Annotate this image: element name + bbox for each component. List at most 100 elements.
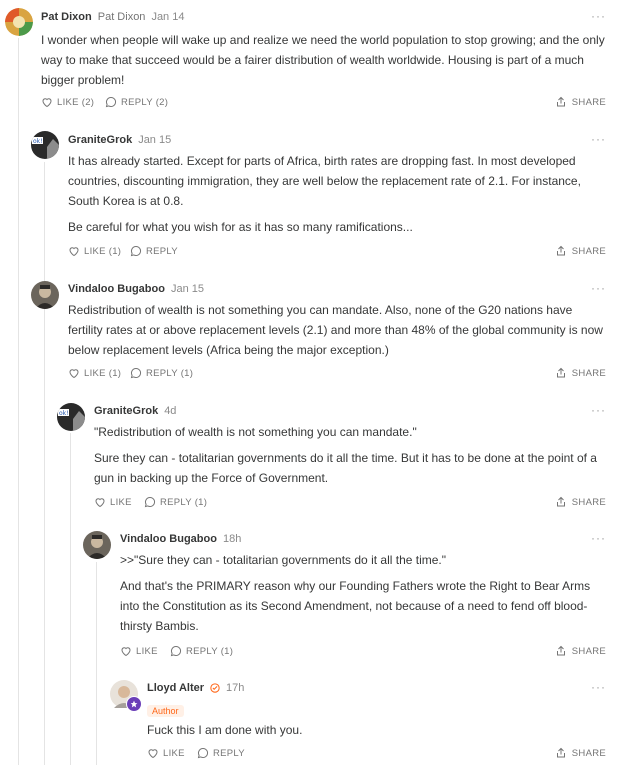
thread-line <box>44 310 45 765</box>
star-icon <box>126 696 142 712</box>
speech-bubble-icon <box>130 367 142 379</box>
reply-button[interactable]: REPLY (1) <box>130 367 193 379</box>
like-button[interactable]: LIKE <box>147 747 185 759</box>
speech-bubble-icon <box>197 747 209 759</box>
heart-icon <box>69 247 79 257</box>
comment-actions: LIKE (2) REPLY (2) SHARE <box>41 96 606 112</box>
thread-line <box>18 38 19 765</box>
speech-bubble-icon <box>170 645 182 657</box>
share-label: SHARE <box>571 645 606 657</box>
share-label: SHARE <box>571 747 606 759</box>
comment-date[interactable]: Jan 15 <box>138 134 171 146</box>
comment-actions: LIKE REPLY (1) SHARE <box>94 496 606 512</box>
avatar[interactable]: ok! <box>31 131 59 159</box>
share-label: SHARE <box>571 367 606 379</box>
reply-button[interactable]: REPLY (1) <box>144 496 207 508</box>
more-options-button[interactable]: ··· <box>591 403 606 417</box>
comment: Pat Dixon Pat Dixon Jan 14 ··· I wonder … <box>41 9 606 112</box>
comment-date[interactable]: 4d <box>164 405 176 417</box>
more-options-button[interactable]: ··· <box>591 281 606 295</box>
share-icon <box>556 496 565 507</box>
reply-button[interactable]: REPLY <box>197 747 245 759</box>
comment-body: >>"Sure they can - totalitarian governme… <box>120 550 606 636</box>
comment-body: I wonder when people will wake up and re… <box>41 30 606 90</box>
comment-paragraph: "Redistribution of wealth is not somethi… <box>94 425 417 439</box>
reply-button[interactable]: REPLY <box>130 245 178 257</box>
avatar[interactable] <box>83 531 111 559</box>
svg-text:ok!: ok! <box>59 410 69 417</box>
more-options-button[interactable]: ··· <box>591 9 606 23</box>
like-label: LIKE (1) <box>84 245 122 257</box>
comment-actions: LIKE REPLY SHARE <box>147 747 606 763</box>
reply-label: REPLY (2) <box>121 96 169 108</box>
comment: GraniteGrok 4d ··· "Redistribution of we… <box>94 403 606 512</box>
more-options-button[interactable]: ··· <box>591 680 606 694</box>
verified-badge-icon <box>210 683 220 693</box>
comment-header: Vindaloo Bugaboo Jan 15 <box>68 283 204 295</box>
avatar[interactable] <box>31 281 59 309</box>
author-name[interactable]: Lloyd Alter <box>147 682 204 694</box>
comment-body: "Redistribution of wealth is not somethi… <box>94 422 606 488</box>
author-name[interactable]: GraniteGrok <box>94 405 158 417</box>
author-name[interactable]: Vindaloo Bugaboo <box>68 283 165 295</box>
share-button[interactable]: SHARE <box>555 245 606 257</box>
avatar[interactable] <box>110 680 142 712</box>
share-icon <box>556 245 565 256</box>
like-button[interactable]: LIKE <box>120 645 158 657</box>
author-handle[interactable]: Pat Dixon <box>98 11 146 23</box>
comment-header: Lloyd Alter 17h <box>147 682 244 694</box>
comment-body: It has already started. Except for parts… <box>68 151 606 237</box>
comment-date[interactable]: Jan 14 <box>151 11 184 23</box>
share-button[interactable]: SHARE <box>555 367 606 379</box>
share-button[interactable]: SHARE <box>555 96 606 108</box>
like-label: LIKE <box>136 645 158 657</box>
comment-header: Vindaloo Bugaboo 18h <box>120 533 241 545</box>
reply-label: REPLY (1) <box>186 645 234 657</box>
like-label: LIKE <box>110 496 132 508</box>
author-name[interactable]: GraniteGrok <box>68 134 132 146</box>
reply-label: REPLY (1) <box>146 367 194 379</box>
comment-paragraph: And that's the PRIMARY reason why our Fo… <box>120 579 591 633</box>
comment-date[interactable]: 17h <box>226 682 244 694</box>
avatar[interactable] <box>5 8 33 36</box>
share-label: SHARE <box>571 245 606 257</box>
avatar-image <box>83 531 111 559</box>
reply-button[interactable]: REPLY (1) <box>170 645 233 657</box>
comment-actions: LIKE (1) REPLY SHARE <box>68 245 606 261</box>
comment-actions: LIKE REPLY (1) SHARE <box>120 645 606 661</box>
heart-icon <box>121 647 131 657</box>
like-button[interactable]: LIKE (1) <box>68 245 121 257</box>
author-badge: Author <box>147 705 184 717</box>
avatar-image <box>31 281 59 309</box>
more-options-button[interactable]: ··· <box>591 531 606 545</box>
comment-header: GraniteGrok Jan 15 <box>68 134 171 146</box>
comment-paragraph: I wonder when people will wake up and re… <box>41 33 605 87</box>
author-name[interactable]: Pat Dixon <box>41 11 92 23</box>
comment: Vindaloo Bugaboo 18h ··· >>"Sure they ca… <box>120 531 606 661</box>
reply-button[interactable]: REPLY (2) <box>105 96 168 108</box>
comment-date[interactable]: Jan 15 <box>171 283 204 295</box>
reply-label: REPLY <box>213 747 245 759</box>
avatar-image: ok! <box>57 403 85 431</box>
speech-bubble-icon <box>130 245 142 257</box>
author-badge-wrap: Author <box>147 701 184 719</box>
more-options-button[interactable]: ··· <box>591 132 606 146</box>
comment-header: GraniteGrok 4d <box>94 405 176 417</box>
share-button[interactable]: SHARE <box>555 496 606 508</box>
comment-paragraph: Redistribution of wealth is not somethin… <box>68 303 603 357</box>
like-label: LIKE (2) <box>57 96 95 108</box>
share-button[interactable]: SHARE <box>555 645 606 657</box>
like-button[interactable]: LIKE (2) <box>41 96 94 108</box>
avatar[interactable]: ok! <box>57 403 85 431</box>
author-name[interactable]: Vindaloo Bugaboo <box>120 533 217 545</box>
speech-bubble-icon <box>144 496 156 508</box>
like-button[interactable]: LIKE (1) <box>68 367 121 379</box>
comment-date[interactable]: 18h <box>223 533 241 545</box>
speech-bubble-icon <box>105 96 117 108</box>
thread-line <box>96 562 97 765</box>
comment-paragraph: >>"Sure they can - totalitarian governme… <box>120 553 447 567</box>
share-button[interactable]: SHARE <box>555 747 606 759</box>
share-label: SHARE <box>571 496 606 508</box>
like-button[interactable]: LIKE <box>94 496 132 508</box>
comment-body: Fuck this I am done with you. <box>147 720 606 740</box>
